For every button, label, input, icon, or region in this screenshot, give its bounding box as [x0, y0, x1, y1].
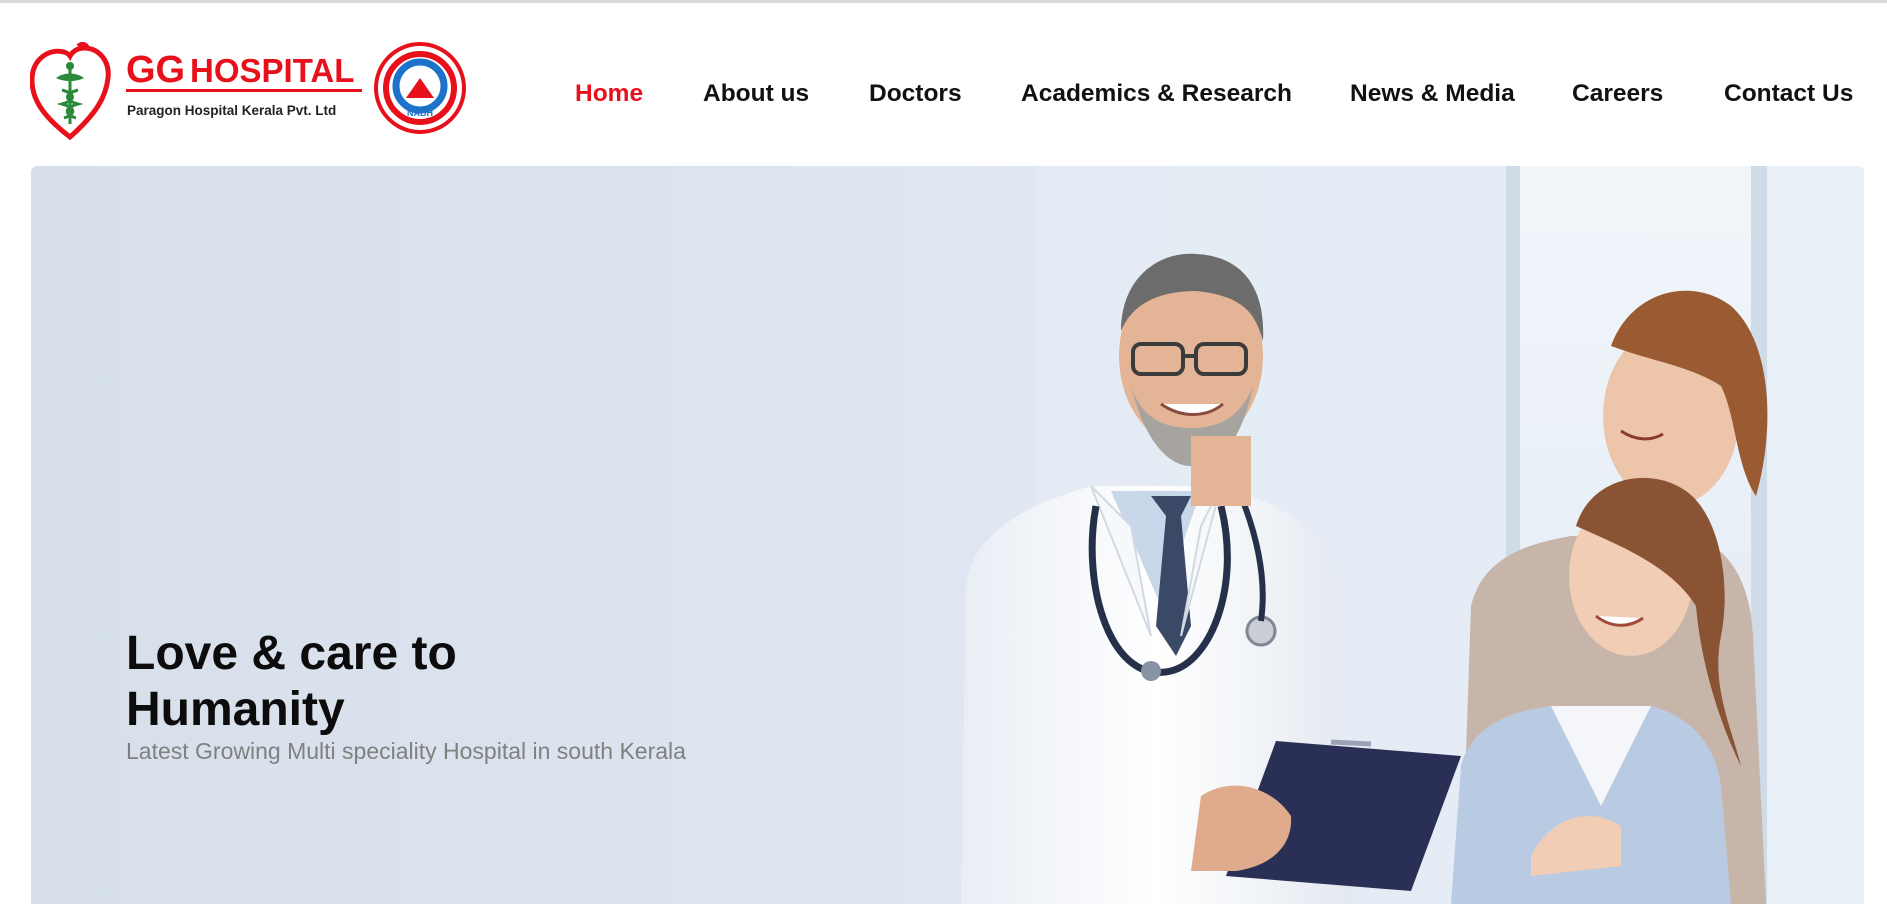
nav-academics-research[interactable]: Academics & Research	[1021, 76, 1292, 112]
nav-careers[interactable]: Careers	[1572, 76, 1663, 112]
hero-photo	[961, 166, 1864, 904]
hero-banner: Love & care to Humanity Latest Growing M…	[31, 166, 1864, 904]
nav-home[interactable]: Home	[575, 76, 643, 112]
hero-subtitle: Latest Growing Multi speciality Hospital…	[126, 738, 686, 764]
main-nav: Home About us Doctors Academics & Resear…	[0, 76, 1887, 112]
hero-title: Love & care to Humanity	[126, 627, 457, 736]
nav-news-media[interactable]: News & Media	[1350, 76, 1515, 112]
nav-about-us[interactable]: About us	[703, 76, 809, 112]
top-border	[0, 0, 1887, 3]
nav-contact-us[interactable]: Contact Us	[1724, 76, 1853, 112]
nav-doctors[interactable]: Doctors	[869, 76, 962, 112]
